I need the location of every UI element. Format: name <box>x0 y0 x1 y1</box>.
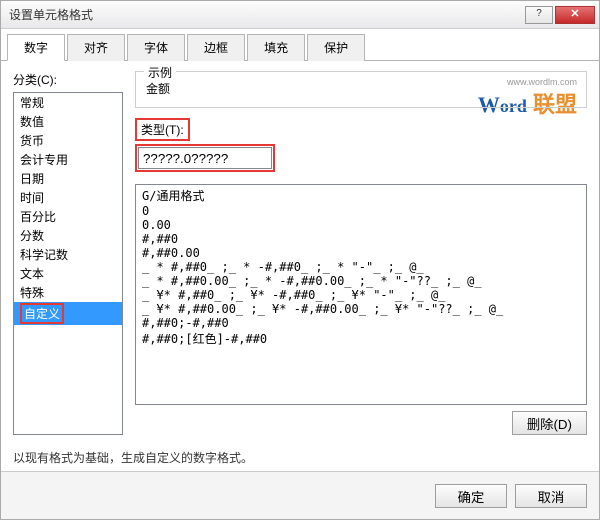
category-item[interactable]: 分数 <box>14 226 122 245</box>
tab-strip: 数字对齐字体边框填充保护 <box>1 29 599 61</box>
type-label-container: 类型(T): <box>135 118 587 144</box>
format-code-item[interactable]: _ * #,##0.00_ ;_ * -#,##0.00_ ;_ * "-"??… <box>136 274 586 288</box>
detail-column: www.wordlm.com Word 联盟 示例 金额 类型(T): <box>135 71 587 435</box>
type-input-highlight <box>135 144 275 172</box>
category-column: 分类(C): 常规数值货币会计专用日期时间百分比分数科学记数文本特殊自定义 <box>13 71 123 435</box>
tab-对齐[interactable]: 对齐 <box>67 34 125 61</box>
format-code-list[interactable]: G/通用格式00.00#,##0#,##0.00_ * #,##0_ ;_ * … <box>135 184 587 405</box>
example-value: 金额 <box>146 80 576 97</box>
format-code-item[interactable]: #,##0 <box>136 232 586 246</box>
category-item[interactable]: 数值 <box>14 112 122 131</box>
category-item[interactable]: 会计专用 <box>14 150 122 169</box>
format-code-item[interactable]: 0.00 <box>136 218 586 232</box>
category-list[interactable]: 常规数值货币会计专用日期时间百分比分数科学记数文本特殊自定义 <box>13 92 123 435</box>
format-code-item[interactable]: _ ¥* #,##0.00_ ;_ ¥* -#,##0.00_ ;_ ¥* "-… <box>136 302 586 316</box>
format-code-item[interactable]: _ * #,##0_ ;_ * -#,##0_ ;_ * "-"_ ;_ @_ <box>136 260 586 274</box>
tab-字体[interactable]: 字体 <box>127 34 185 61</box>
category-item[interactable]: 货币 <box>14 131 122 150</box>
type-label-highlight: 类型(T): <box>135 118 190 141</box>
type-row <box>135 144 587 178</box>
upper-area: 分类(C): 常规数值货币会计专用日期时间百分比分数科学记数文本特殊自定义 ww… <box>13 71 587 435</box>
category-item[interactable]: 时间 <box>14 188 122 207</box>
category-item[interactable]: 百分比 <box>14 207 122 226</box>
format-code-item[interactable]: _ ¥* #,##0_ ;_ ¥* -#,##0_ ;_ ¥* "-"_ ;_ … <box>136 288 586 302</box>
example-legend: 示例 <box>144 64 176 81</box>
format-code-item[interactable]: #,##0.00 <box>136 246 586 260</box>
category-item[interactable]: 自定义 <box>14 302 122 325</box>
type-label: 类型(T): <box>141 123 184 137</box>
help-button[interactable]: ? <box>525 6 553 24</box>
type-input[interactable] <box>138 147 272 169</box>
category-item[interactable]: 科学记数 <box>14 245 122 264</box>
ok-button[interactable]: 确定 <box>435 484 507 508</box>
format-code-item[interactable]: G/通用格式 <box>136 187 586 204</box>
format-code-item[interactable]: 0 <box>136 204 586 218</box>
tab-保护[interactable]: 保护 <box>307 34 365 61</box>
dialog-body: 分类(C): 常规数值货币会计专用日期时间百分比分数科学记数文本特殊自定义 ww… <box>1 61 599 476</box>
category-label: 分类(C): <box>13 71 123 88</box>
category-item[interactable]: 常规 <box>14 93 122 112</box>
dialog-footer: 确定 取消 <box>1 471 599 519</box>
format-code-item[interactable]: #,##0;-#,##0 <box>136 316 586 330</box>
delete-button[interactable]: 删除(D) <box>512 411 587 435</box>
hint-text: 以现有格式为基础，生成自定义的数字格式。 <box>13 449 587 466</box>
titlebar: 设置单元格格式 ? ✕ <box>1 1 599 29</box>
tab-填充[interactable]: 填充 <box>247 34 305 61</box>
cancel-button[interactable]: 取消 <box>515 484 587 508</box>
example-group: 示例 金额 <box>135 71 587 108</box>
category-item[interactable]: 文本 <box>14 264 122 283</box>
window-buttons: ? ✕ <box>525 6 595 24</box>
delete-row: 删除(D) <box>135 411 587 435</box>
close-button[interactable]: ✕ <box>555 6 595 24</box>
format-code-item[interactable]: #,##0;[红色]-#,##0 <box>136 330 586 347</box>
tab-数字[interactable]: 数字 <box>7 34 65 61</box>
format-cells-dialog: 设置单元格格式 ? ✕ 数字对齐字体边框填充保护 分类(C): 常规数值货币会计… <box>0 0 600 520</box>
tab-边框[interactable]: 边框 <box>187 34 245 61</box>
category-item[interactable]: 特殊 <box>14 283 122 302</box>
window-title: 设置单元格格式 <box>9 6 525 23</box>
category-item[interactable]: 日期 <box>14 169 122 188</box>
